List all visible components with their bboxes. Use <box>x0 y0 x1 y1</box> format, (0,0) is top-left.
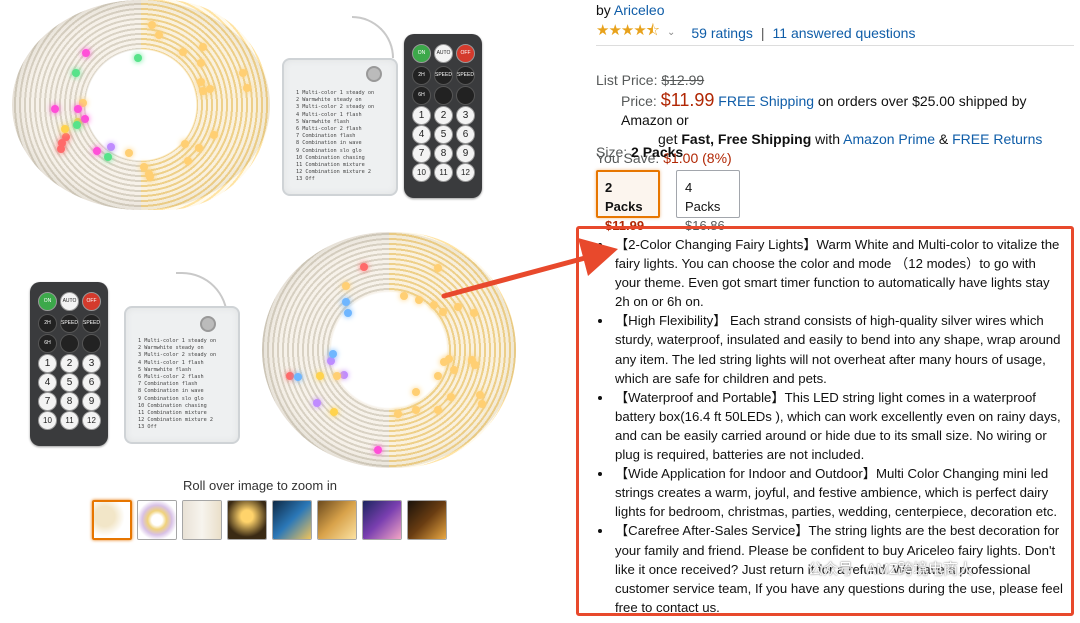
fairy-light-coil <box>12 0 270 210</box>
thumbnail-8[interactable] <box>407 500 447 540</box>
feature-bullet: 【High Flexibility】 Each strand consists … <box>613 311 1065 387</box>
size-option-2-packs[interactable]: 2 Packs $11.99 <box>596 170 660 233</box>
size-option-name: 2 Packs <box>605 180 643 214</box>
led-bulb <box>134 53 143 62</box>
led-bulb <box>446 393 455 402</box>
led-bulb <box>453 303 462 312</box>
led-bulb <box>147 20 156 29</box>
led-bulb <box>294 372 303 381</box>
size-option-4-packs[interactable]: 4 Packs $16.86 <box>676 170 740 233</box>
thumbnail-7[interactable] <box>362 500 402 540</box>
led-bulb <box>332 372 341 381</box>
thumbnail-3[interactable] <box>182 500 222 540</box>
led-bulb <box>415 295 424 304</box>
led-bulb <box>286 371 295 380</box>
led-bulb <box>180 139 189 148</box>
led-bulb <box>154 30 163 39</box>
thumbnail-1[interactable] <box>92 500 132 540</box>
feature-bullet: 【Waterproof and Portable】This LED string… <box>613 388 1065 464</box>
led-bulb <box>50 105 59 114</box>
battery-box-label: 1 Multi-color 1 steady on 2 Warmwhite ste… <box>138 338 217 431</box>
free-shipping-link[interactable]: FREE Shipping <box>718 93 814 109</box>
led-bulb <box>144 169 153 178</box>
rating-row: ★★★★⯪ ⌄ 59 ratings | 11 answered questio… <box>596 20 915 45</box>
led-bulb <box>438 307 447 316</box>
led-bulb <box>316 371 325 380</box>
led-bulb <box>197 77 206 86</box>
thumbnail-5[interactable] <box>272 500 312 540</box>
fairy-light-coil <box>262 232 516 468</box>
size-label: Size: <box>596 144 632 160</box>
list-price: $12.99 <box>661 72 705 88</box>
led-bulb <box>57 139 66 148</box>
led-bulb <box>344 308 353 317</box>
led-bulb <box>339 371 348 380</box>
remote-control: ON AUTO OFF 2H SPEED SPEED 6H 1 2 3 4 5 … <box>30 282 108 446</box>
led-bulb <box>330 407 339 416</box>
price-label: Price: <box>621 93 657 109</box>
led-bulb <box>470 360 479 369</box>
main-product-image[interactable]: 1 Multi-color 1 steady on 2 Warmwhite ste… <box>0 0 560 470</box>
battery-box: 1 Multi-color 1 steady on 2 Warmwhite ste… <box>282 58 398 196</box>
price-row: Price: $11.99 FREE Shipping on orders ov… <box>596 91 1076 130</box>
ratings-link[interactable]: 59 ratings <box>691 25 752 41</box>
list-price-label: List Price: <box>596 72 658 88</box>
amp-text: & <box>934 131 953 147</box>
free-returns-link[interactable]: FREE Returns <box>952 131 1042 147</box>
amazon-prime-link[interactable]: Amazon Prime <box>843 131 935 147</box>
zoom-hint: Roll over image to zoom in <box>183 478 337 493</box>
thumbnail-strip <box>92 500 447 540</box>
led-bulb <box>199 42 208 51</box>
brand-byline: by Ariceleo <box>596 2 665 18</box>
price: $11.99 <box>660 90 715 110</box>
by-prefix: by <box>596 2 614 18</box>
battery-box: 1 Multi-color 1 steady on 2 Warmwhite ste… <box>124 306 240 444</box>
led-bulb <box>312 399 321 408</box>
remote-control: ON AUTO OFF 2H SPEED SPEED 6H 1 2 3 4 5 … <box>404 34 482 198</box>
size-selected: 2 Packs <box>631 144 684 160</box>
led-bulb <box>433 372 442 381</box>
led-bulb <box>73 104 82 113</box>
brand-link[interactable]: Ariceleo <box>614 2 665 18</box>
led-bulb <box>411 387 420 396</box>
led-bulb <box>400 291 409 300</box>
led-bulb <box>393 410 402 419</box>
divider <box>596 45 1074 46</box>
with-text: with <box>811 131 844 147</box>
list-price-row: List Price: $12.99 <box>596 71 1076 90</box>
led-bulb <box>341 297 350 306</box>
led-bulb <box>71 68 80 77</box>
feature-bullet: 【Wide Application for Indoor and Outdoor… <box>613 464 1065 521</box>
led-bulb <box>434 263 443 272</box>
answered-questions-link[interactable]: 11 answered questions <box>773 25 916 41</box>
size-selector-label: Size: 2 Packs <box>596 144 683 160</box>
led-bulb <box>434 405 443 414</box>
led-bulb <box>326 356 335 365</box>
star-rating-icon[interactable]: ★★★★⯪ <box>596 20 660 45</box>
rating-divider: | <box>760 24 765 41</box>
thumbnail-6[interactable] <box>317 500 357 540</box>
watermark: 公众号 · AMZ跨境电商人 <box>808 561 973 578</box>
led-bulb <box>103 152 112 161</box>
led-bulb <box>194 143 203 152</box>
led-bulb <box>469 308 478 317</box>
chevron-down-icon[interactable]: ⌄ <box>667 27 675 38</box>
led-bulb <box>373 445 382 454</box>
feature-bullet: 【2-Color Changing Fairy Lights】Warm Whit… <box>613 235 1065 311</box>
thumbnail-2[interactable] <box>137 500 177 540</box>
battery-box-label: 1 Multi-color 1 steady on 2 Warmwhite ste… <box>296 90 375 183</box>
fast-free-shipping: Fast, Free Shipping <box>681 131 812 147</box>
led-bulb <box>329 349 338 358</box>
led-bulb <box>210 130 219 139</box>
size-option-name: 4 Packs <box>685 180 721 214</box>
thumbnail-4[interactable] <box>227 500 267 540</box>
